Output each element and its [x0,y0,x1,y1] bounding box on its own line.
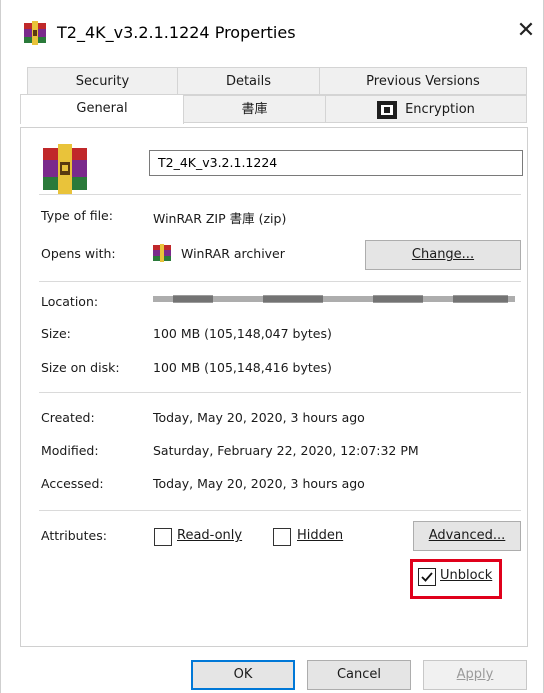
cancel-button[interactable]: Cancel [307,660,411,690]
apply-button[interactable]: Apply [423,660,527,690]
accessed-value: Today, May 20, 2020, 3 hours ago [153,476,365,491]
winrar-archive-icon [43,144,87,194]
type-of-file-label: Type of file: [41,208,113,223]
created-label: Created: [41,410,95,425]
tab-encryption[interactable]: Encryption [325,95,527,123]
attributes-label: Attributes: [41,528,107,543]
tab-encryption-label: Encryption [405,102,475,117]
title-bar: T2_4K_v3.2.1.1224 Properties ✕ [1,0,543,62]
advanced-button-label: Advanced... [428,528,506,543]
tab-security[interactable]: Security [27,67,178,95]
created-value: Today, May 20, 2020, 3 hours ago [153,410,365,425]
divider [39,194,521,195]
size-on-disk-label: Size on disk: [41,360,120,375]
hidden-checkbox[interactable] [273,528,291,546]
ok-button[interactable]: OK [191,660,295,690]
change-button[interactable]: Change... [365,240,521,270]
window-title: T2_4K_v3.2.1.1224 Properties [57,23,296,42]
tab-details[interactable]: Details [177,67,320,95]
size-value: 100 MB (105,148,047 bytes) [153,326,332,341]
opens-with-value: WinRAR archiver [181,246,285,261]
tab-archive[interactable]: 書庫 [183,95,326,123]
divider [39,281,521,282]
close-icon[interactable]: ✕ [513,18,539,44]
winrar-icon [24,21,46,45]
accessed-label: Accessed: [41,476,104,491]
type-of-file-value: WinRAR ZIP 書庫 (zip) [153,211,287,226]
size-on-disk-value: 100 MB (105,148,416 bytes) [153,360,332,375]
opens-with-label: Opens with: [41,246,116,261]
tab-general[interactable]: General [20,94,184,124]
location-label: Location: [41,294,99,309]
read-only-label[interactable]: Read-only [177,528,242,543]
tab-previous-versions[interactable]: Previous Versions [319,67,527,95]
properties-window: T2_4K_v3.2.1.1224 Properties ✕ Security … [0,0,544,693]
divider [39,510,521,511]
winrar-small-icon [153,244,171,262]
encryption-icon [377,100,398,119]
divider [39,392,521,393]
hidden-label[interactable]: Hidden [297,528,343,543]
advanced-button[interactable]: Advanced... [413,521,521,551]
highlight-box [410,559,502,599]
change-button-label: Change... [411,247,475,262]
read-only-checkbox[interactable] [154,528,172,546]
modified-label: Modified: [41,443,99,458]
file-name-field[interactable]: T2_4K_v3.2.1.1224 [149,150,523,176]
modified-value: Saturday, February 22, 2020, 12:07:32 PM [153,443,419,458]
location-value-obscured [153,295,515,303]
size-label: Size: [41,326,71,341]
apply-button-label: Apply [456,667,494,682]
